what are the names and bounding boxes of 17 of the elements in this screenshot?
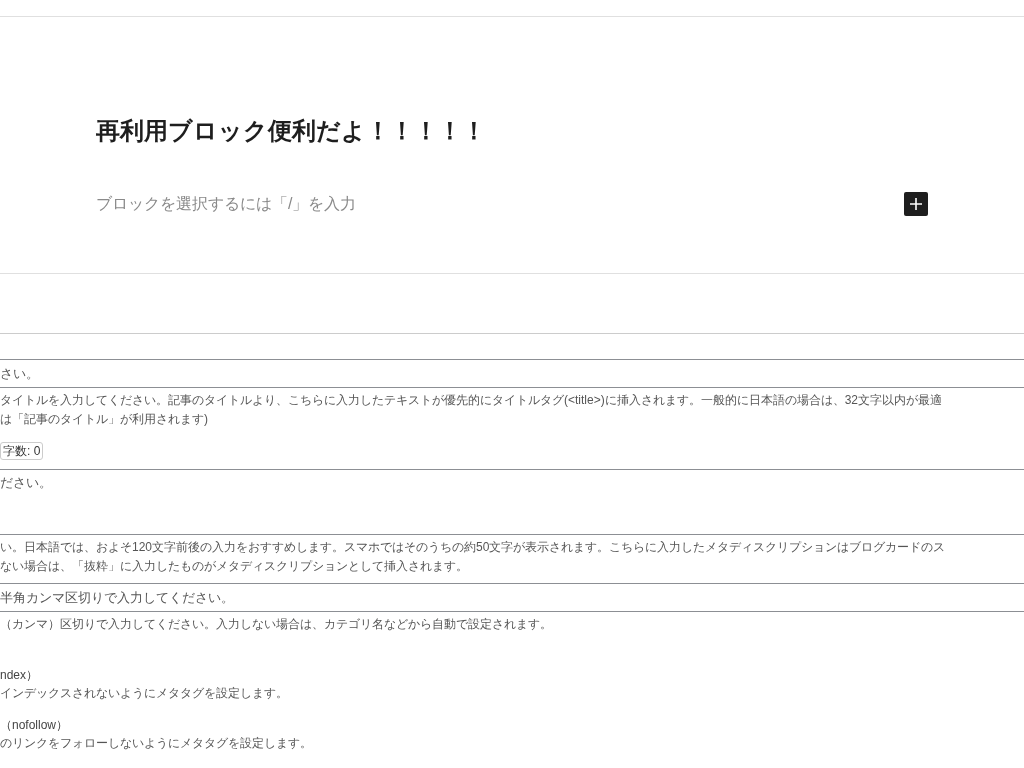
character-count: 字数: 0 xyxy=(0,442,44,460)
help-text: （カンマ）区切りで入力してください。入力しない場合は、カテゴリ名などから自動で設定されます。 xyxy=(0,616,553,633)
help-text: タイトルを入力してください。記事のタイトルより、こちらに入力したテキストが優先的にタイトルタグ(<title>)に挿入されます。一般的に日本語の場合は、32文字以内が最適 xyxy=(0,392,944,409)
input-field[interactable]: 半角カンマ区切りで入力してください。 xyxy=(0,583,1024,612)
post-title[interactable]: 再利用ブロック便利だよ！！！！！ xyxy=(96,116,928,146)
add-block-button[interactable] xyxy=(904,192,928,216)
option-label: （nofollow） xyxy=(0,717,70,734)
help-text: ない場合は、「抜粋」に入力したものがメタディスクリプションとして挿入されます。 xyxy=(0,558,469,575)
option-description: インデックスされないようにメタタグを設定します。 xyxy=(0,685,289,702)
help-text: い。日本語では、およそ120文字前後の入力をおすすめします。スマホではそのうちの約50文字が表示されます。こちらに入力したメタディスクリプションはブログカードのス xyxy=(0,539,947,556)
option-label: ndex） xyxy=(0,667,40,684)
help-text: は「記事のタイトル」が利用されます) xyxy=(0,411,209,428)
block-placeholder[interactable]: ブロックを選択するには「/」を入力 xyxy=(96,192,357,216)
option-description: のリンクをフォローしないようにメタタグを設定します。 xyxy=(0,735,313,752)
plus-icon xyxy=(909,197,923,211)
input-field[interactable]: さい。 xyxy=(0,359,1024,388)
description-field[interactable]: ださい。 xyxy=(0,469,1024,535)
